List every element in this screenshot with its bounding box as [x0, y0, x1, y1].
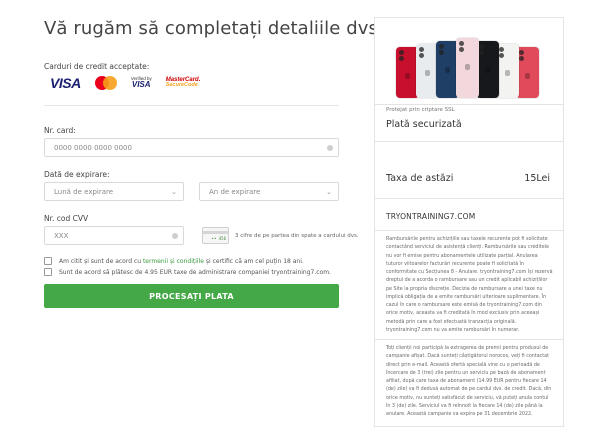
card-number-label: Nr. card: — [44, 126, 76, 135]
secure-payment-title: Plată securizată — [386, 119, 462, 130]
terms-checkbox[interactable] — [44, 257, 52, 265]
phone-image — [476, 41, 499, 98]
mastercard-logo — [94, 76, 117, 90]
process-payment-button[interactable]: PROCESAȚI PLATA — [44, 284, 339, 308]
card-logos: VISA Verified by VISA MasterCard. Secure… — [50, 73, 200, 93]
verified-by-visa-logo: Verified by VISA — [130, 75, 152, 90]
expiry-label: Dată de expirare: — [44, 170, 110, 179]
terms-text: Am citit și sunt de acord cu termenii și… — [59, 257, 304, 265]
page-title: Vă rugăm să completați detaliile dvs. — [44, 18, 384, 39]
tax-label: Taxa de astăzi — [386, 173, 454, 184]
site-name: TRYONTRAINING7.COM — [386, 212, 476, 221]
expiry-month-select[interactable]: Lună de expirare ⌄ — [44, 182, 184, 201]
product-image — [383, 24, 555, 98]
fee-checkbox-row: Sunt de acord să plătesc de 4.95 EUR tax… — [44, 268, 331, 276]
cvv-card-illustration: •• 456 — [202, 227, 229, 244]
mastercard-securecode-logo: MasterCard. SecureCode — [165, 77, 201, 89]
cvv-input[interactable]: XXX — [44, 226, 184, 245]
ssl-note: Protejat prin criptare SSL — [386, 107, 455, 113]
chevron-down-icon: ⌄ — [326, 187, 332, 196]
refund-policy-text: Rambursările pentru achizițiile sau taxe… — [386, 237, 553, 333]
phone-image — [516, 47, 539, 98]
terms-checkbox-row: Am citit și sunt de acord cu termenii și… — [44, 257, 304, 265]
sidebar-divider — [375, 104, 563, 105]
phone-image — [496, 44, 519, 98]
cvv-hint: 3 cifre de pe partea din spate a cardulu… — [235, 233, 359, 239]
fee-checkbox[interactable] — [44, 268, 52, 276]
terms-link[interactable]: termenii și condițiile — [143, 258, 204, 265]
tax-value: 15Lei — [524, 173, 550, 184]
campaign-terms-text: Toți clienții noi participă la extragere… — [386, 346, 552, 417]
visa-logo: VISA — [50, 75, 81, 91]
sidebar-divider — [375, 339, 563, 340]
sidebar-divider — [375, 230, 563, 231]
card-number-input[interactable]: 0000 0000 0000 0000 — [44, 138, 339, 157]
phone-image — [456, 38, 479, 98]
fee-text: Sunt de acord să plătesc de 4.95 EUR tax… — [59, 268, 331, 276]
chevron-down-icon: ⌄ — [171, 187, 177, 196]
sidebar-divider — [375, 198, 563, 199]
accepted-cards-label: Carduri de credit acceptate: — [44, 62, 150, 71]
lock-icon — [327, 144, 333, 151]
lock-icon — [172, 232, 178, 239]
sidebar-divider — [375, 141, 563, 142]
order-summary-sidebar: Protejat prin criptare SSL Plată securiz… — [374, 17, 564, 427]
section-divider — [44, 105, 339, 106]
cvv-label: Nr. cod CVV — [44, 214, 89, 223]
expiry-year-select[interactable]: An de expirare ⌄ — [199, 182, 339, 201]
